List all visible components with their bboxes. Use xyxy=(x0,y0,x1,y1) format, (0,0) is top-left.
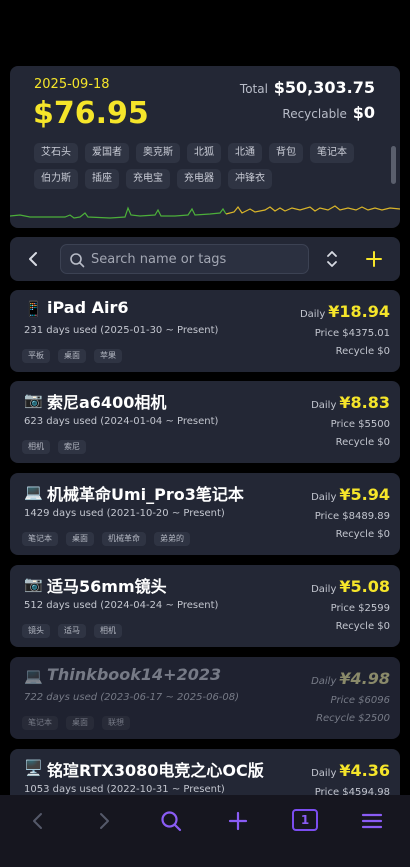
item-recycle: Recycle $2500 xyxy=(316,713,390,724)
tag-chip[interactable]: 插座 xyxy=(85,169,119,189)
desktop-icon: 🖥️ xyxy=(24,759,43,777)
sort-icon[interactable] xyxy=(324,249,340,269)
item-tag: 弟弟的 xyxy=(154,532,190,546)
spending-sparkline xyxy=(10,205,400,219)
recyclable-amount: $0 xyxy=(352,103,375,122)
item-tags: 平板 桌面 苹果 xyxy=(22,349,122,363)
item-tags: 镜头 适马 相机 xyxy=(22,624,122,638)
item-usage-days: 623 days used (2024-01-04 ~ Present) xyxy=(24,416,219,427)
item-tag: 桌面 xyxy=(66,532,94,546)
recyclable-label: Recyclable xyxy=(282,107,347,121)
item-price: Price $4375.01 xyxy=(314,328,390,339)
item-recycle: Recycle $0 xyxy=(335,346,390,357)
tag-chip[interactable]: 北狐 xyxy=(187,143,221,163)
camera-icon: 📷 xyxy=(24,575,43,593)
add-item-icon[interactable] xyxy=(364,249,384,269)
item-tag: 笔记本 xyxy=(22,532,58,546)
item-tag: 索尼 xyxy=(58,440,86,454)
item-card[interactable]: 📷 适马56mm镜头 512 days used (2024-04-24 ~ P… xyxy=(10,565,400,647)
item-tag: 适马 xyxy=(58,624,86,638)
item-tag: 桌面 xyxy=(66,716,94,730)
item-tag: 机械革命 xyxy=(102,532,146,546)
item-price: Price $8489.89 xyxy=(314,511,390,522)
total-value: Total $50,303.75 xyxy=(240,78,375,97)
item-daily-cost: Daily ¥5.08 xyxy=(311,577,390,596)
item-card-retired[interactable]: 💻 Thinkbook14+2023 722 days used (2023-0… xyxy=(10,657,400,739)
total-label: Total xyxy=(239,82,268,96)
camera-icon: 📷 xyxy=(24,391,43,409)
laptop-icon: 💻 xyxy=(24,667,43,685)
item-tags: 笔记本 桌面 机械革命 弟弟的 xyxy=(22,532,190,546)
recyclable-value: Recyclable $0 xyxy=(282,103,375,122)
tag-chip[interactable]: 背包 xyxy=(269,143,303,163)
tag-chip[interactable]: 充电宝 xyxy=(126,169,170,189)
item-card[interactable]: 📷 索尼a6400相机 623 days used (2024-01-04 ~ … xyxy=(10,381,400,463)
search-input[interactable] xyxy=(91,245,301,273)
tag-chip[interactable]: 冲锋衣 xyxy=(228,169,272,189)
tag-chip[interactable]: 笔记本 xyxy=(310,143,354,163)
nav-menu-icon[interactable] xyxy=(360,809,384,833)
summary-date: 2025-09-18 xyxy=(34,77,110,92)
total-amount: $50,303.75 xyxy=(273,78,375,97)
search-toolbar xyxy=(10,237,400,281)
item-tag: 镜头 xyxy=(22,624,50,638)
tab-count-button[interactable]: 1 xyxy=(292,809,318,831)
item-recycle: Recycle $0 xyxy=(335,621,390,632)
item-daily-cost: Daily ¥8.83 xyxy=(311,393,390,412)
item-usage-days: 1053 days used (2022-10-31 ~ Present) xyxy=(24,784,225,795)
nav-new-tab-icon[interactable] xyxy=(226,809,250,833)
item-usage-days: 1429 days used (2021-10-20 ~ Present) xyxy=(24,508,225,519)
item-tag: 桌面 xyxy=(58,349,86,363)
nav-back-icon[interactable] xyxy=(26,809,50,833)
item-daily-cost: Daily ¥4.98 xyxy=(311,669,390,688)
item-tags: 笔记本 桌面 联想 xyxy=(22,716,130,730)
item-recycle: Recycle $0 xyxy=(335,529,390,540)
browser-bottom-nav: 1 xyxy=(0,795,410,867)
tag-chip[interactable]: 伯力斯 xyxy=(34,169,78,189)
item-tag: 相机 xyxy=(94,624,122,638)
item-price: Price $2599 xyxy=(330,603,390,614)
item-usage-days: 722 days used (2023-06-17 ~ 2025-06-08) xyxy=(24,692,240,703)
search-icon xyxy=(70,253,85,268)
tag-chip[interactable]: 艾石头 xyxy=(34,143,78,163)
nav-forward-icon[interactable] xyxy=(92,809,116,833)
daily-total-amount: $76.95 xyxy=(33,96,149,131)
item-tag: 平板 xyxy=(22,349,50,363)
item-card[interactable]: 💻 机械革命Umi_Pro3笔记本 1429 days used (2021-1… xyxy=(10,473,400,555)
back-chevron-icon[interactable] xyxy=(24,249,44,269)
item-daily-cost: Daily ¥4.36 xyxy=(311,761,390,780)
item-name: 索尼a6400相机 xyxy=(47,393,167,412)
tag-chip[interactable]: 奥克斯 xyxy=(136,143,180,163)
item-name: 机械革命Umi_Pro3笔记本 xyxy=(47,485,244,504)
item-usage-days: 512 days used (2024-04-24 ~ Present) xyxy=(24,600,219,611)
item-tags: 相机 索尼 xyxy=(22,440,86,454)
item-tag: 联想 xyxy=(102,716,130,730)
item-price: Price $6096 xyxy=(330,695,390,706)
item-name: 适马56mm镜头 xyxy=(47,577,167,596)
item-tag: 相机 xyxy=(22,440,50,454)
summary-card: 2025-09-18 $76.95 Total $50,303.75 Recyc… xyxy=(10,66,400,228)
item-daily-cost: Daily ¥5.94 xyxy=(311,485,390,504)
tablet-icon: 📱 xyxy=(24,300,43,318)
tag-filter-list: 艾石头 爱国者 奥克斯 北狐 北通 背包 笔记本 伯力斯 插座 充电宝 充电器 … xyxy=(34,143,384,189)
item-usage-days: 231 days used (2025-01-30 ~ Present) xyxy=(24,325,219,336)
item-tag: 苹果 xyxy=(94,349,122,363)
laptop-icon: 💻 xyxy=(24,483,43,501)
nav-search-icon[interactable] xyxy=(159,809,183,833)
tag-chip[interactable]: 充电器 xyxy=(177,169,221,189)
search-box[interactable] xyxy=(60,244,309,274)
tag-chip[interactable]: 爱国者 xyxy=(85,143,129,163)
item-daily-cost: Daily ¥18.94 xyxy=(299,302,390,321)
item-recycle: Recycle $0 xyxy=(335,437,390,448)
item-name: Thinkbook14+2023 xyxy=(47,665,222,684)
item-card[interactable]: 📱 iPad Air6 231 days used (2025-01-30 ~ … xyxy=(10,290,400,372)
item-name: 铭瑄RTX3080电竞之心OC版 xyxy=(47,761,264,780)
item-tag: 笔记本 xyxy=(22,716,58,730)
item-name: iPad Air6 xyxy=(47,298,129,317)
item-price: Price $5500 xyxy=(330,419,390,430)
tag-chip[interactable]: 北通 xyxy=(228,143,262,163)
tags-scrollbar[interactable] xyxy=(391,146,396,184)
